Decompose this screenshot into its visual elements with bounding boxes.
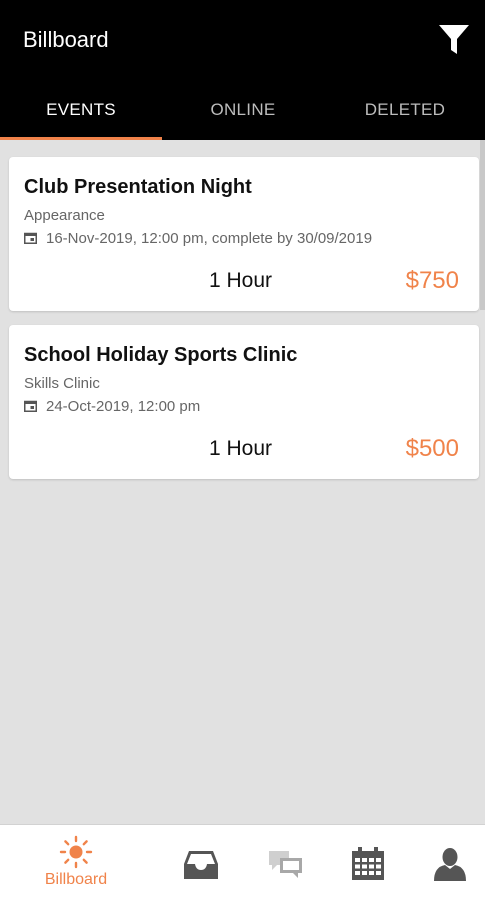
sun-icon [59,835,93,869]
event-duration: 1 Hour [209,437,273,460]
person-icon [434,848,466,881]
event-price: $500 [405,435,459,462]
event-datetime: 24-Oct-2019, 12:00 pm [46,398,201,415]
nav-profile[interactable] [425,825,475,901]
tab-deleted-label: DELETED [364,100,446,119]
event-card[interactable]: Club Presentation Night Appearance 16-No… [9,157,479,311]
event-datetime: 16-Nov-2019, 12:00 pm, complete by 30/09… [46,230,373,247]
nav-billboard-label: Billboard [44,871,108,888]
event-list[interactable]: Club Presentation Night Appearance 16-No… [0,140,485,824]
nav-calendar[interactable] [343,825,393,901]
tab-bar: EVENTS ONLINE DELETED [0,84,485,140]
nav-billboard[interactable]: Billboard [24,825,128,901]
tab-events-label: EVENTS [46,100,116,119]
event-title: Club Presentation Night [24,176,252,198]
inbox-icon [184,851,218,879]
event-duration: 1 Hour [209,269,273,292]
filter-icon[interactable] [438,22,470,58]
tab-events[interactable]: EVENTS [0,84,162,140]
calendar-icon [24,232,37,244]
nav-inbox[interactable] [176,825,226,901]
calendar-icon [352,847,384,880]
event-title: School Holiday Sports Clinic [24,344,298,366]
tab-online[interactable]: ONLINE [162,84,324,140]
scrollbar[interactable] [480,140,485,310]
event-card[interactable]: School Holiday Sports Clinic Skills Clin… [9,325,479,479]
event-category: Appearance [24,207,105,224]
app-header: Billboard EVENTS ONLINE DELETED [0,0,485,140]
tab-deleted[interactable]: DELETED [324,84,485,140]
calendar-icon [24,400,37,412]
tab-online-label: ONLINE [210,100,276,119]
bottom-navigation: Billboard [0,824,485,901]
event-category: Skills Clinic [24,375,100,392]
page-title: Billboard [23,27,109,52]
event-price: $750 [405,267,459,294]
nav-messages[interactable] [262,825,312,901]
chat-icon [269,851,302,878]
